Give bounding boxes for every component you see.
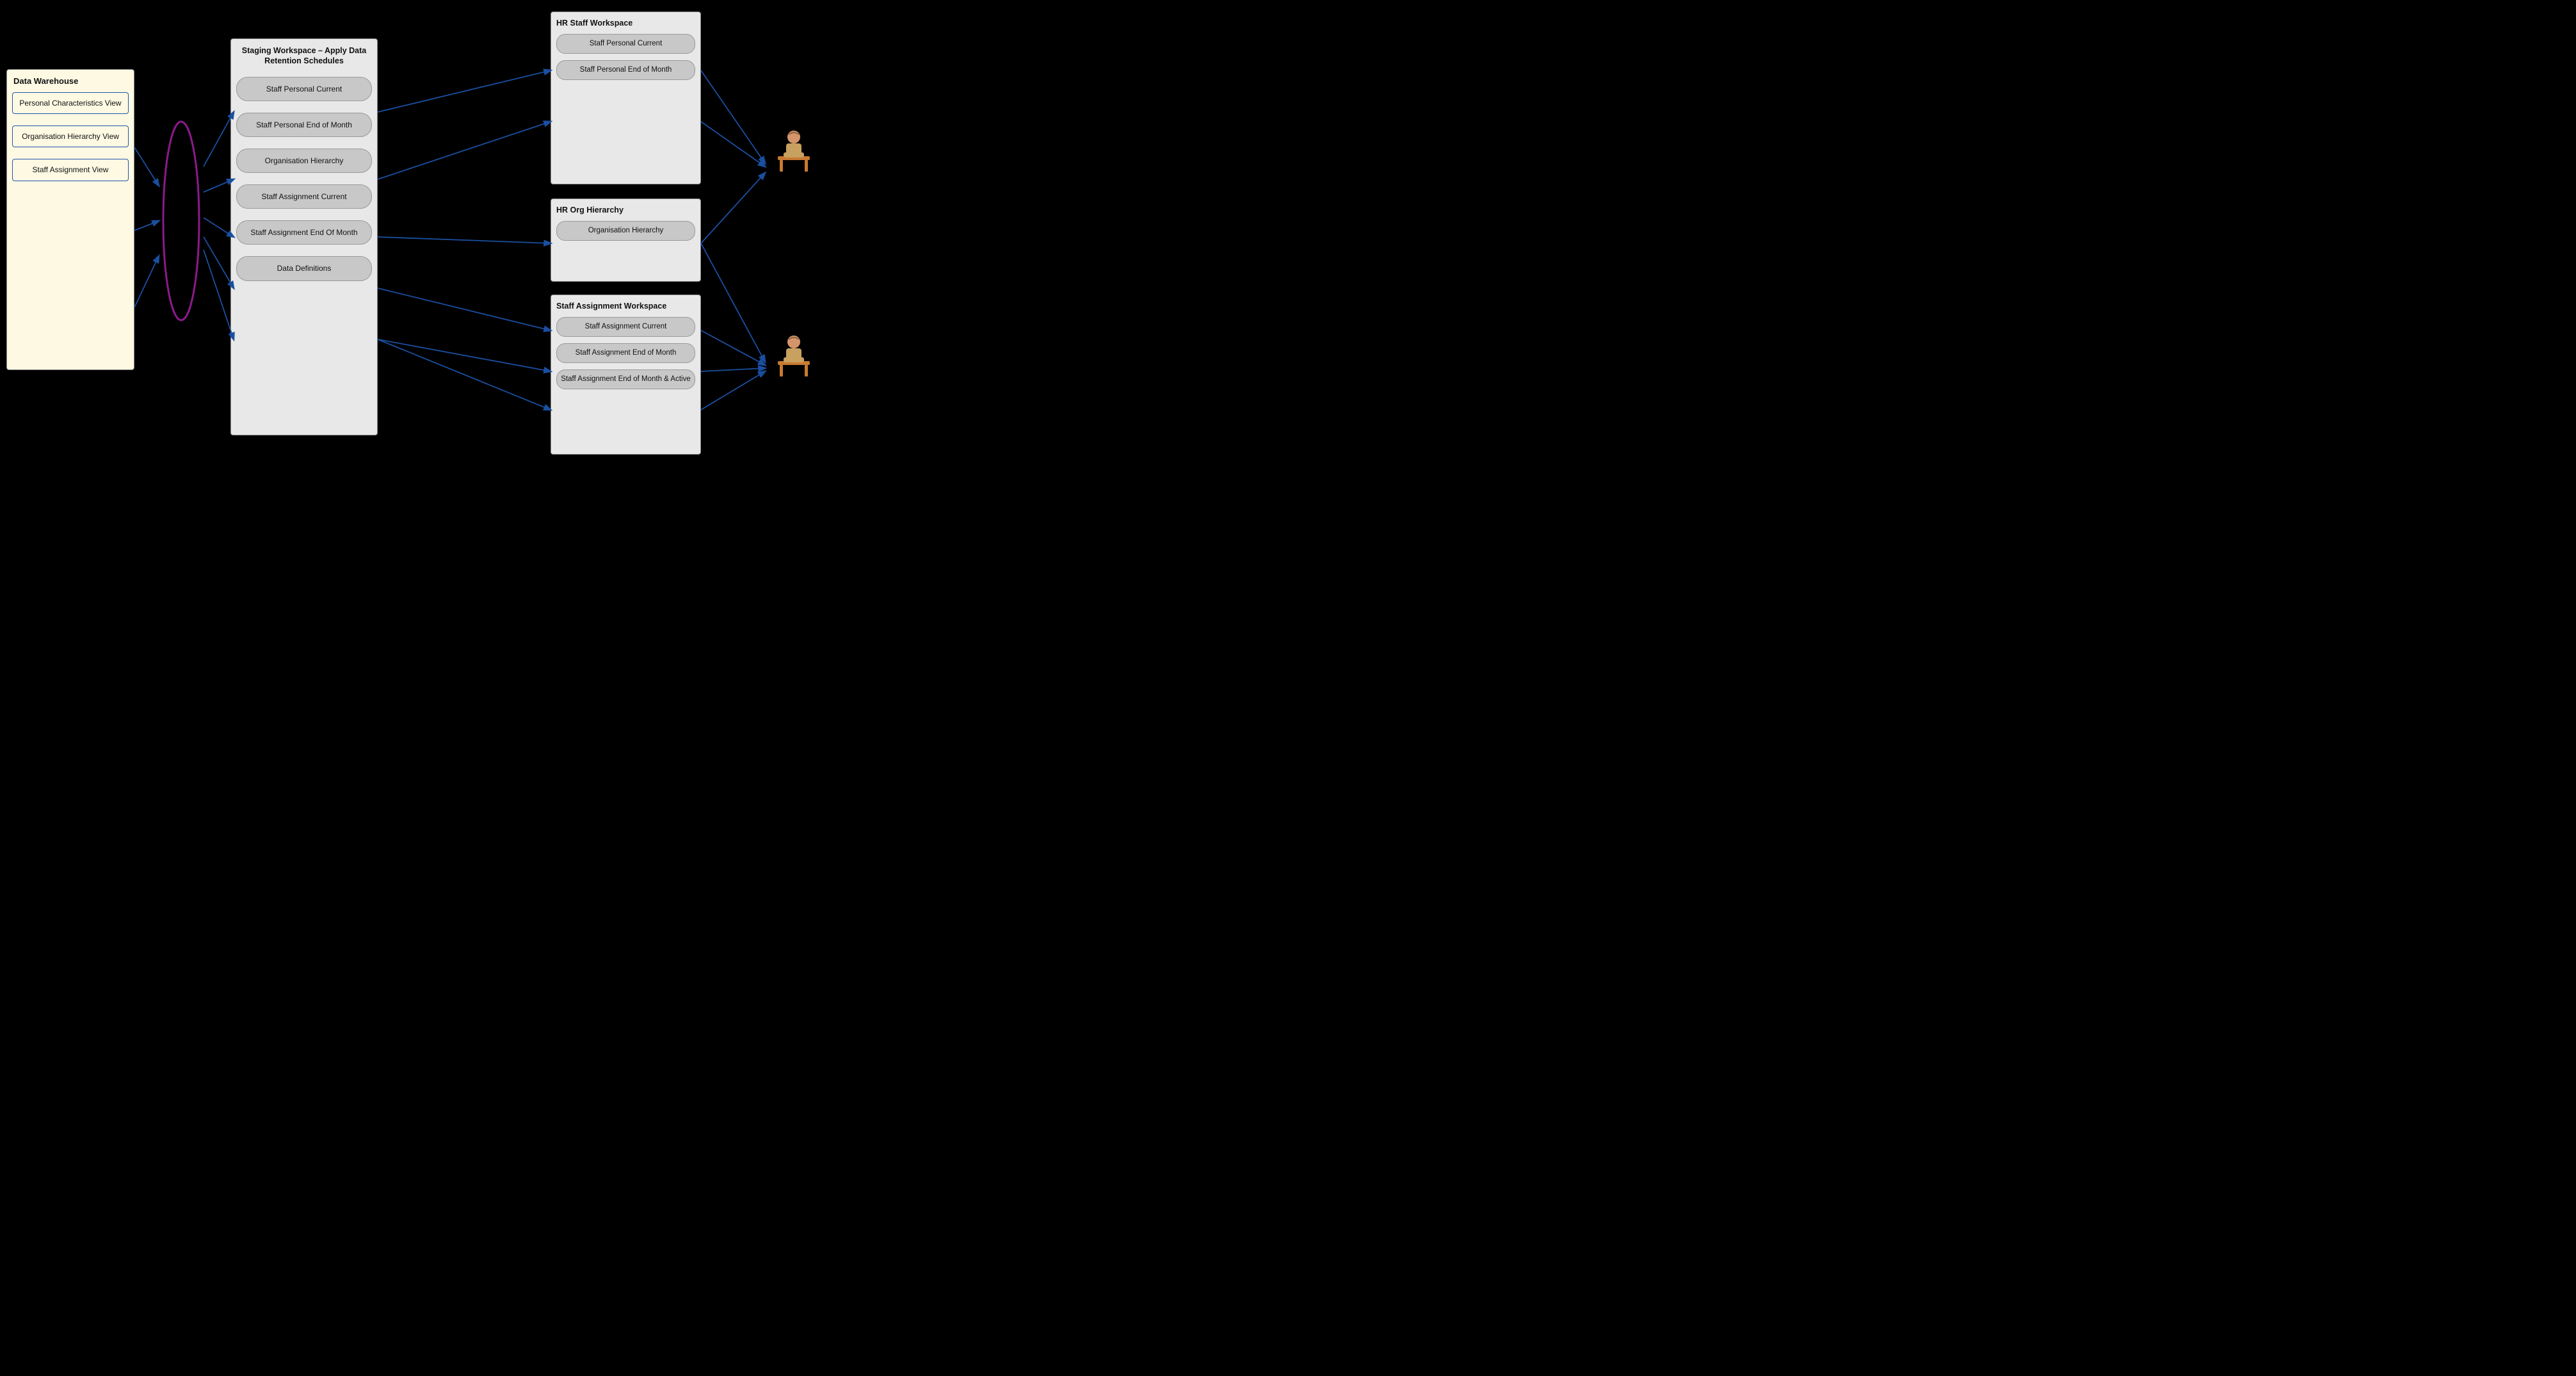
sa-title: Staff Assignment Workspace bbox=[556, 302, 695, 311]
staging-item-sac: Staff Assignment Current bbox=[236, 184, 372, 209]
hr-staff-workspace-box: HR Staff Workspace Staff Personal Curren… bbox=[551, 12, 701, 184]
staging-item-oh: Organisation Hierarchy bbox=[236, 149, 372, 173]
dw-item-ohv: Organisation Hierarchy View bbox=[12, 125, 129, 147]
staging-item-spc: Staff Personal Current bbox=[236, 77, 372, 101]
hr-org-hierarchy-box: HR Org Hierarchy Organisation Hierarchy bbox=[551, 198, 701, 282]
staging-workspace-box: Staging Workspace – Apply Data Retention… bbox=[230, 38, 378, 435]
hr-staff-item-speom: Staff Personal End of Month bbox=[556, 60, 695, 80]
dw-title: Data Warehouse bbox=[12, 76, 129, 86]
staging-item-speom: Staff Personal End of Month bbox=[236, 113, 372, 137]
sa-item-active: Staff Assignment End of Month & Active bbox=[556, 369, 695, 389]
dw-item-pcv: Personal Characteristics View bbox=[12, 92, 129, 114]
hr-staff-item-spc: Staff Personal Current bbox=[556, 34, 695, 54]
staging-item-dd: Data Definitions bbox=[236, 256, 372, 280]
sa-item-eom: Staff Assignment End of Month bbox=[556, 343, 695, 363]
hr-staff-title: HR Staff Workspace bbox=[556, 19, 695, 28]
dw-item-sav: Staff Assignment View bbox=[12, 159, 129, 181]
sa-item-sac: Staff Assignment Current bbox=[556, 317, 695, 337]
person-icon-1 bbox=[768, 128, 819, 179]
diagram-container: Data Warehouse Personal Characteristics … bbox=[0, 0, 858, 458]
sa-workspace-box: Staff Assignment Workspace Staff Assignm… bbox=[551, 295, 701, 455]
oval-symbol bbox=[159, 115, 204, 327]
data-warehouse-box: Data Warehouse Personal Characteristics … bbox=[6, 69, 134, 370]
person-icon-2 bbox=[768, 333, 819, 384]
hr-org-title: HR Org Hierarchy bbox=[556, 206, 695, 214]
staging-item-saeom: Staff Assignment End Of Month bbox=[236, 220, 372, 245]
staging-title: Staging Workspace – Apply Data Retention… bbox=[236, 45, 372, 67]
hr-org-item-oh: Organisation Hierarchy bbox=[556, 221, 695, 241]
